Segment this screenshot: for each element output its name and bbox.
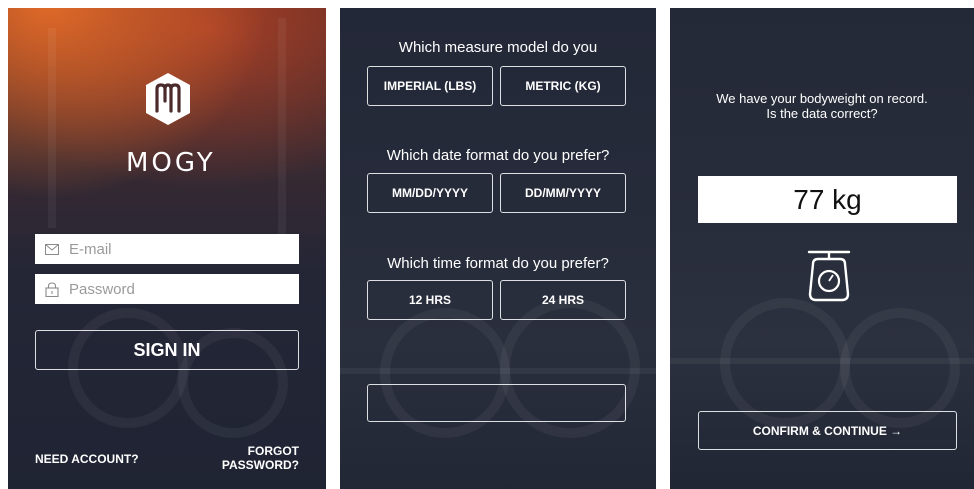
brand-wordmark: MOGY: [126, 146, 216, 180]
time-question: Which time format do you prefer?: [387, 255, 609, 272]
confirm-continue-label: CONFIRM & CONTINUE →: [752, 423, 903, 438]
date-option-label: DD/MM/YYYY: [524, 186, 601, 200]
preferences-screen: Which measure model do you IMPERIAL (LBS…: [340, 8, 656, 489]
bg-rack: [278, 18, 286, 238]
date-option-mdy[interactable]: MM/DD/YYYY: [367, 173, 493, 213]
weight-value-field[interactable]: 77 kg: [698, 176, 957, 223]
bg-rack: [48, 28, 56, 228]
bg-weight-plate: [840, 308, 960, 428]
measure-option-label: IMPERIAL (LBS): [383, 79, 477, 93]
weight-message-line-2: Is the data correct?: [766, 106, 878, 121]
forgot-line-2: PASSWORD?: [221, 458, 299, 472]
mogy-logo-icon: [146, 73, 190, 125]
weight-message-line-1: We have your bodyweight on record.: [716, 91, 928, 106]
time-option-label: 24 HRS: [541, 293, 585, 307]
date-option-dmy[interactable]: DD/MM/YYYY: [500, 173, 626, 213]
email-input[interactable]: [69, 240, 269, 258]
brand-text: MOGY: [126, 148, 216, 178]
password-field[interactable]: [35, 274, 299, 304]
bg-barbell: [670, 358, 974, 364]
measure-question: Which measure model do you: [398, 39, 598, 56]
sign-in-button[interactable]: SIGN IN: [35, 330, 299, 370]
time-option-24h[interactable]: 24 HRS: [500, 280, 626, 320]
sign-in-label: SIGN IN: [133, 339, 201, 360]
lock-icon: [45, 281, 59, 297]
continue-button[interactable]: [367, 384, 626, 422]
date-question: Which date format do you prefer?: [386, 147, 610, 164]
forgot-password-link[interactable]: FORGOT PASSWORD?: [222, 444, 299, 472]
measure-option-label: METRIC (KG): [525, 79, 601, 93]
measure-option-imperial[interactable]: IMPERIAL (LBS): [367, 66, 493, 106]
forgot-line-1: FORGOT: [247, 444, 299, 458]
email-icon: [45, 243, 59, 255]
email-field[interactable]: [35, 234, 299, 264]
date-option-label: MM/DD/YYYY: [391, 186, 468, 200]
weight-confirm-screen: We have your bodyweight on record. Is th…: [670, 8, 974, 489]
need-account-link[interactable]: NEED ACCOUNT?: [35, 452, 139, 466]
time-option-label: 12 HRS: [408, 293, 452, 307]
password-input[interactable]: [69, 280, 269, 298]
login-screen: MOGY SIGN IN NEED ACCOUNT? FORGOT PASSWO…: [8, 8, 326, 489]
weight-message: We have your bodyweight on record. Is th…: [670, 91, 974, 121]
weight-value: 77 kg: [793, 183, 862, 215]
confirm-continue-button[interactable]: CONFIRM & CONTINUE →: [698, 411, 957, 450]
scale-icon: [807, 250, 851, 302]
measure-option-metric[interactable]: METRIC (KG): [500, 66, 626, 106]
bg-barbell: [340, 368, 656, 374]
time-option-12h[interactable]: 12 HRS: [367, 280, 493, 320]
